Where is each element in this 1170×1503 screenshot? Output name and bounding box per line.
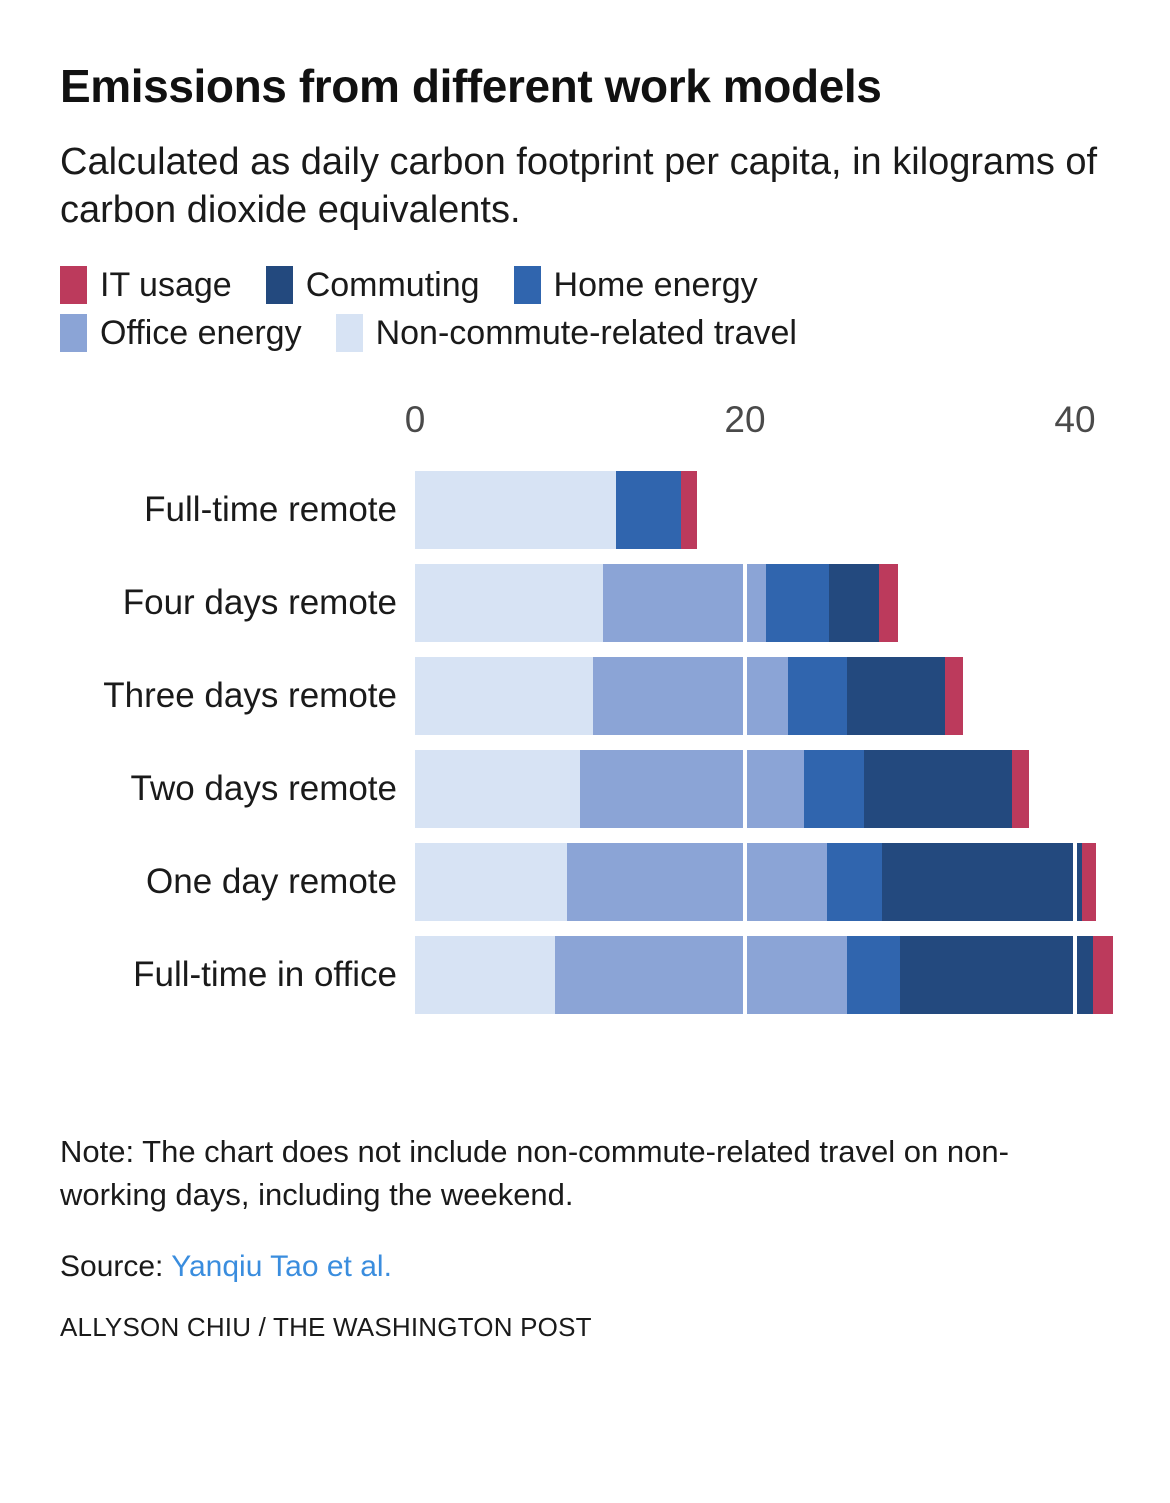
bar-segment[interactable] <box>863 749 1013 828</box>
x-tick-label: 40 <box>1054 398 1096 440</box>
stacked-bar[interactable] <box>415 470 698 549</box>
bar-segment[interactable] <box>415 470 617 549</box>
page-title: Emissions from different work models <box>60 60 882 112</box>
legend-label: Office energy <box>100 313 302 352</box>
stacked-bar[interactable] <box>415 563 899 642</box>
bar-segment[interactable] <box>847 935 901 1014</box>
bar-segment[interactable] <box>1081 842 1097 921</box>
chart-legend: IT usage Commuting Home energy Office energ… <box>60 261 1060 357</box>
x-axis: 0 20 40 <box>60 399 1110 455</box>
stacked-bar[interactable] <box>415 842 1097 921</box>
legend-item[interactable]: Commuting <box>265 261 480 309</box>
source-link[interactable]: Yanqiu Tao et al. <box>171 1250 392 1283</box>
legend-item[interactable]: Non-commute-related travel <box>335 309 797 357</box>
bar-segment[interactable] <box>616 470 681 549</box>
bar-segment[interactable] <box>944 656 963 735</box>
category-label: One day remote <box>146 861 397 901</box>
bar-segment[interactable] <box>680 470 698 549</box>
bar-row: One day remote <box>60 842 1110 936</box>
legend-label: Commuting <box>305 265 480 304</box>
bar-segment[interactable] <box>415 935 556 1014</box>
bar-segment[interactable] <box>593 656 788 735</box>
legend-swatch-icon <box>60 265 87 304</box>
category-label: Full-time in office <box>133 954 397 994</box>
bar-segment[interactable] <box>415 563 604 642</box>
bar-segment[interactable] <box>1012 749 1029 828</box>
bar-segment[interactable] <box>415 842 567 921</box>
bar-row: Three days remote <box>60 656 1110 750</box>
bar-segment[interactable] <box>415 749 580 828</box>
bar-segment[interactable] <box>847 656 945 735</box>
legend-swatch-icon <box>60 313 87 352</box>
bar-segment[interactable] <box>580 749 805 828</box>
legend-label: Home energy <box>553 265 758 304</box>
chart-source: Source: Yanqiu Tao et al. <box>60 1250 1110 1284</box>
bar-segment[interactable] <box>787 656 848 735</box>
chart-note: Note: The chart does not include non-com… <box>60 1133 1009 1212</box>
stacked-bar[interactable] <box>415 749 1029 828</box>
chart-area: 0 20 40 Full-time remote Four days remote Th… <box>60 399 1113 1039</box>
bar-segment[interactable] <box>829 563 879 642</box>
chart-credit: ALLYSON CHIU / THE WASHINGTON POST <box>60 1312 592 1343</box>
legend-label: IT usage <box>100 265 232 304</box>
legend-swatch-icon <box>265 265 293 304</box>
category-label: Full-time remote <box>144 489 397 529</box>
bar-row: Two days remote <box>60 749 1110 843</box>
chart-footer: Note: The chart does not include non-com… <box>60 1131 1110 1344</box>
legend-item[interactable]: Office energy <box>60 309 302 357</box>
bar-segment[interactable] <box>566 842 828 921</box>
bar-segment[interactable] <box>900 935 1094 1014</box>
legend-item[interactable]: IT usage <box>60 261 232 309</box>
source-prefix: Source: <box>60 1250 172 1284</box>
stacked-bar[interactable] <box>415 656 963 735</box>
x-tick-label: 0 <box>404 398 426 440</box>
bar-row: Full-time remote <box>60 470 1110 564</box>
legend-swatch-icon <box>513 265 541 304</box>
bar-segment[interactable] <box>415 656 594 735</box>
legend-item[interactable]: Home energy <box>513 261 758 309</box>
page-subtitle: Calculated as daily carbon footprint per… <box>60 140 1098 232</box>
bar-row: Four days remote <box>60 563 1110 657</box>
category-label: Three days remote <box>103 675 397 715</box>
bar-segment[interactable] <box>804 749 864 828</box>
stacked-bar[interactable] <box>415 935 1113 1014</box>
legend-swatch-icon <box>335 313 363 352</box>
plot-area: Full-time remote Four days remote Three da… <box>60 470 1113 1029</box>
bar-segment[interactable] <box>881 842 1082 921</box>
category-label: Four days remote <box>122 582 397 622</box>
chart-page: Emissions from different work models Cal… <box>0 0 1170 1503</box>
category-label: Two days remote <box>130 768 398 808</box>
legend-label: Non-commute-related travel <box>375 313 797 352</box>
bar-segment[interactable] <box>555 935 848 1014</box>
bar-segment[interactable] <box>766 563 830 642</box>
x-tick-label: 20 <box>724 398 766 440</box>
bar-segment[interactable] <box>1093 935 1113 1014</box>
bar-segment[interactable] <box>878 563 899 642</box>
bar-segment[interactable] <box>827 842 882 921</box>
bar-row: Full-time in office <box>60 935 1113 1029</box>
bar-segment[interactable] <box>603 563 767 642</box>
